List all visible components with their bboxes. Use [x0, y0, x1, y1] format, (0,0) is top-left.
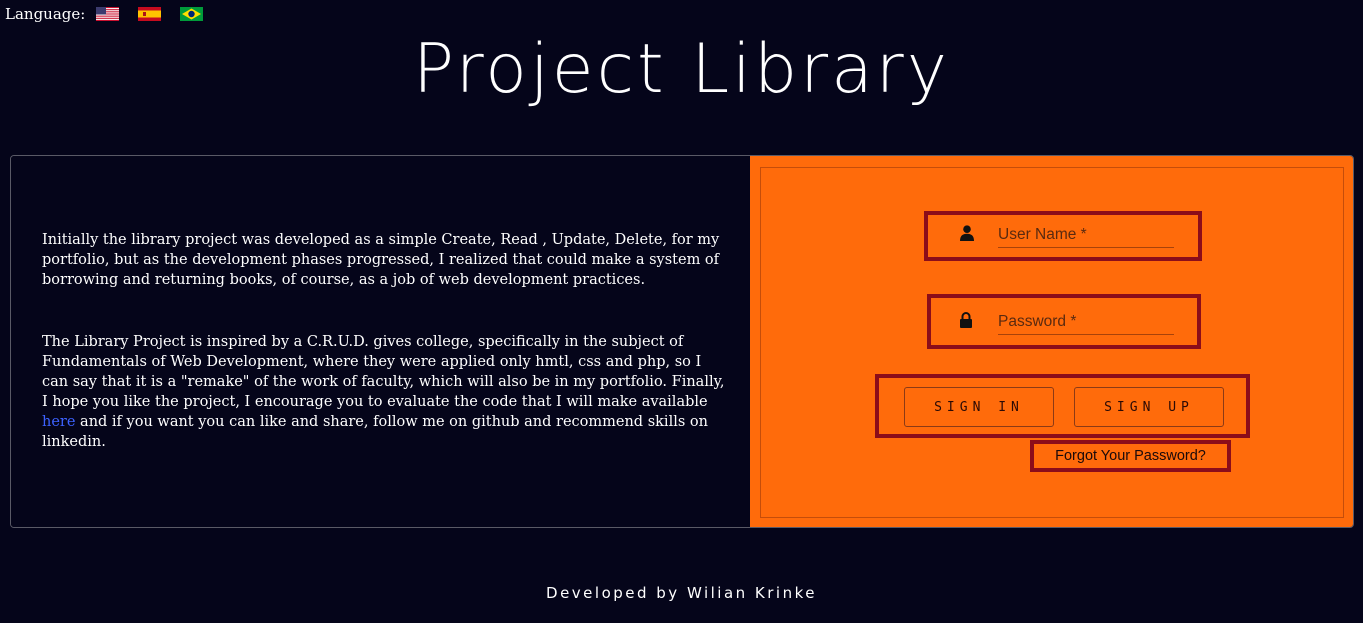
- language-bar: Language:: [5, 4, 222, 24]
- about-paragraph-2-tail: and if you want you can like and share, …: [42, 414, 708, 450]
- username-field: [924, 211, 1202, 261]
- username-input[interactable]: [998, 223, 1174, 248]
- sign-up-button[interactable]: SIGN UP: [1074, 387, 1224, 427]
- main-panel: Initially the library project was develo…: [10, 155, 1354, 528]
- lock-icon: [959, 312, 973, 328]
- about-section: Initially the library project was develo…: [11, 156, 750, 527]
- auth-buttons: SIGN IN SIGN UP: [875, 374, 1250, 438]
- sign-in-button[interactable]: SIGN IN: [904, 387, 1054, 427]
- spain-flag-icon[interactable]: [138, 7, 162, 21]
- user-icon: [960, 225, 974, 241]
- page-title: Project Library: [412, 30, 951, 109]
- about-paragraph-2-text: The Library Project is inspired by a C.R…: [42, 334, 725, 410]
- login-section: SIGN IN SIGN UP Forgot Your Password?: [750, 156, 1353, 527]
- forgot-password-link[interactable]: Forgot Your Password?: [1030, 440, 1231, 472]
- about-paragraph-1: Initially the library project was develo…: [42, 232, 720, 288]
- login-form: SIGN IN SIGN UP Forgot Your Password?: [760, 167, 1344, 518]
- code-link[interactable]: here: [42, 414, 75, 430]
- password-input[interactable]: [998, 310, 1174, 335]
- us-flag-icon[interactable]: [96, 7, 120, 21]
- about-paragraph-2: The Library Project is inspired by a C.R…: [42, 332, 730, 452]
- password-field: [927, 294, 1201, 349]
- language-label: Language:: [5, 5, 86, 23]
- footer-credit: Developed by Wilian Krinke: [546, 584, 817, 602]
- brazil-flag-icon[interactable]: [180, 7, 204, 21]
